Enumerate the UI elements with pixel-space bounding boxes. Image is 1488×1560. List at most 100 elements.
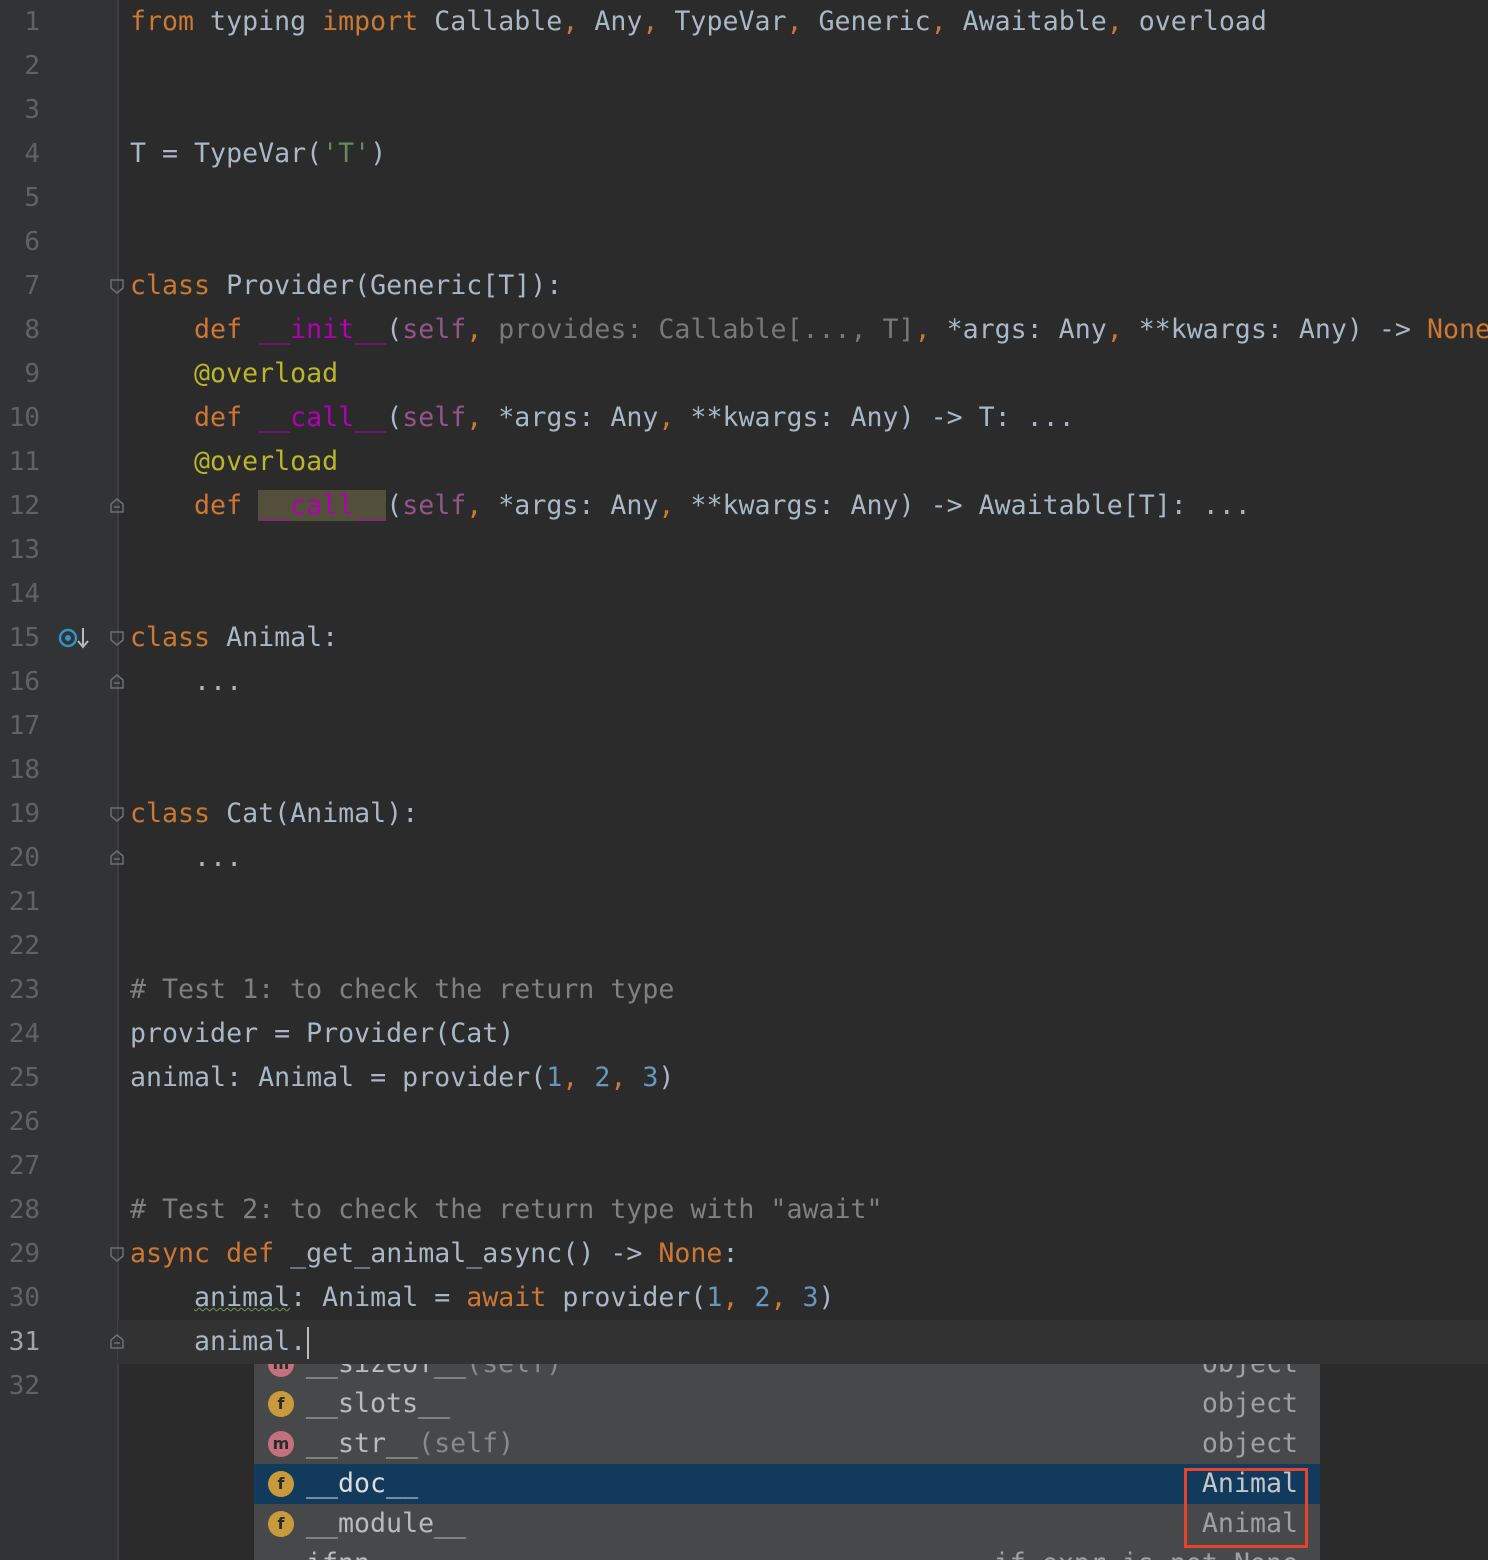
code-line[interactable]: # Test 2: to check the return type with … — [130, 1188, 883, 1232]
completion-item[interactable]: ifnnif expr is not None — [254, 1544, 1320, 1560]
code-line[interactable]: ... — [130, 660, 242, 704]
completion-item-label: __sizeof__ — [306, 1364, 466, 1379]
line-number[interactable]: 29 — [0, 1232, 40, 1276]
completion-item-type: object — [1202, 1364, 1298, 1384]
code-token: provider( — [546, 1282, 707, 1313]
code-token: animal. — [130, 1326, 307, 1357]
code-line[interactable]: class Provider(Generic[T]): — [130, 264, 562, 308]
code-token: self — [402, 490, 467, 521]
field-icon: f — [268, 1511, 294, 1537]
code-line[interactable]: from typing import Callable, Any, TypeVa… — [130, 0, 1267, 44]
code-token: **kwargs: Any) -> T: ... — [674, 402, 1075, 433]
completion-item-name: __slots__ — [306, 1384, 450, 1424]
line-number[interactable]: 15 — [0, 616, 40, 660]
fold-close-marker[interactable] — [109, 1334, 125, 1350]
line-number[interactable]: 4 — [0, 132, 40, 176]
line-number[interactable]: 9 — [0, 352, 40, 396]
fold-close-marker[interactable] — [109, 674, 125, 690]
completion-popup[interactable]: m__sizeof__(self)objectf__slots__objectm… — [254, 1364, 1320, 1560]
line-number[interactable]: 27 — [0, 1144, 40, 1188]
code-line[interactable]: provider = Provider(Cat) — [130, 1012, 514, 1056]
code-line[interactable]: # Test 1: to check the return type — [130, 968, 674, 1012]
code-token: 'T' — [322, 138, 371, 169]
completion-item[interactable]: m __str__(self) object — [254, 1424, 1320, 1464]
fold-open-marker[interactable] — [109, 278, 125, 294]
code-token: TypeVar — [658, 6, 787, 37]
code-token: # Test 1: to check the return type — [130, 974, 675, 1005]
code-token: ) — [658, 1062, 675, 1093]
code-line[interactable]: animal. — [130, 1320, 310, 1364]
line-number[interactable]: 32 — [0, 1364, 40, 1408]
line-number[interactable]: 23 — [0, 968, 40, 1012]
fold-close-marker[interactable] — [109, 498, 125, 514]
code-token: ( — [386, 314, 403, 345]
line-number[interactable]: 30 — [0, 1276, 40, 1320]
code-line[interactable]: ... — [130, 836, 242, 880]
line-number[interactable]: 6 — [0, 220, 40, 264]
completion-item[interactable]: f __slots__ object — [254, 1384, 1320, 1424]
code-token: def — [194, 490, 243, 521]
code-line[interactable]: def __call__(self, *args: Any, **kwargs:… — [130, 396, 1075, 440]
code-line[interactable]: @overload — [130, 352, 338, 396]
code-line[interactable]: class Cat(Animal): — [130, 792, 418, 836]
line-number[interactable]: 14 — [0, 572, 40, 616]
code-line[interactable]: @overload — [130, 440, 338, 484]
line-number[interactable]: 21 — [0, 880, 40, 924]
code-token: import — [322, 6, 419, 37]
code-line[interactable]: animal: Animal = await provider(1, 2, 3) — [130, 1276, 835, 1320]
line-number[interactable]: 12 — [0, 484, 40, 528]
code-line[interactable]: T = TypeVar('T') — [130, 132, 386, 176]
method-icon: m — [268, 1431, 294, 1457]
completion-item-label: ifnn — [306, 1548, 370, 1560]
line-number[interactable]: 5 — [0, 176, 40, 220]
code-token: None — [1426, 314, 1488, 345]
code-token: overload — [1122, 6, 1267, 37]
completion-item[interactable]: m __sizeof__(self) object — [254, 1364, 1320, 1384]
completion-item[interactable]: f __doc__ Animal — [254, 1464, 1320, 1504]
line-number[interactable]: 25 — [0, 1056, 40, 1100]
line-number[interactable]: 28 — [0, 1188, 40, 1232]
line-number[interactable]: 31 — [0, 1320, 40, 1364]
completion-item[interactable]: f __module__ Animal — [254, 1504, 1320, 1544]
fold-open-marker[interactable] — [109, 1246, 125, 1262]
code-line[interactable]: class Animal: — [130, 616, 338, 660]
line-number[interactable]: 13 — [0, 528, 40, 572]
line-number[interactable]: 1 — [0, 0, 40, 44]
code-line[interactable]: def __init__(self, provides: Callable[..… — [130, 308, 1488, 352]
line-number[interactable]: 10 — [0, 396, 40, 440]
fold-open-marker[interactable] — [109, 630, 125, 646]
line-number[interactable]: 19 — [0, 792, 40, 836]
code-line[interactable]: animal: Animal = provider(1, 2, 3) — [130, 1056, 674, 1100]
code-token: Animal: — [210, 622, 339, 653]
code-token: Provider(Generic[T]): — [210, 270, 563, 301]
fold-open-marker[interactable] — [109, 806, 125, 822]
code-token: self — [402, 402, 467, 433]
line-number[interactable]: 17 — [0, 704, 40, 748]
annotation-highlight-box — [1184, 1468, 1308, 1548]
code-token: None — [658, 1238, 723, 1269]
code-line[interactable]: def __call__(self, *args: Any, **kwargs:… — [130, 484, 1251, 528]
code-token: Cat(Animal): — [210, 798, 419, 829]
code-token: @overload — [194, 446, 339, 477]
line-number[interactable]: 7 — [0, 264, 40, 308]
line-number[interactable]: 8 — [0, 308, 40, 352]
field-icon: f — [268, 1391, 294, 1417]
completion-item-type: object — [1201, 1388, 1298, 1419]
line-number[interactable]: 11 — [0, 440, 40, 484]
line-number[interactable]: 18 — [0, 748, 40, 792]
implemented-by-icon[interactable] — [58, 624, 92, 652]
line-number[interactable]: 24 — [0, 1012, 40, 1056]
line-number[interactable]: 20 — [0, 836, 40, 880]
line-number[interactable]: 2 — [0, 44, 40, 88]
fold-close-marker[interactable] — [109, 850, 125, 866]
line-number[interactable]: 16 — [0, 660, 40, 704]
code-line[interactable]: async def _get_animal_async() -> None: — [130, 1232, 738, 1276]
line-number[interactable]: 26 — [0, 1100, 40, 1144]
method-icon: m — [268, 1364, 294, 1377]
line-number[interactable]: 3 — [0, 88, 40, 132]
line-number[interactable]: 22 — [0, 924, 40, 968]
